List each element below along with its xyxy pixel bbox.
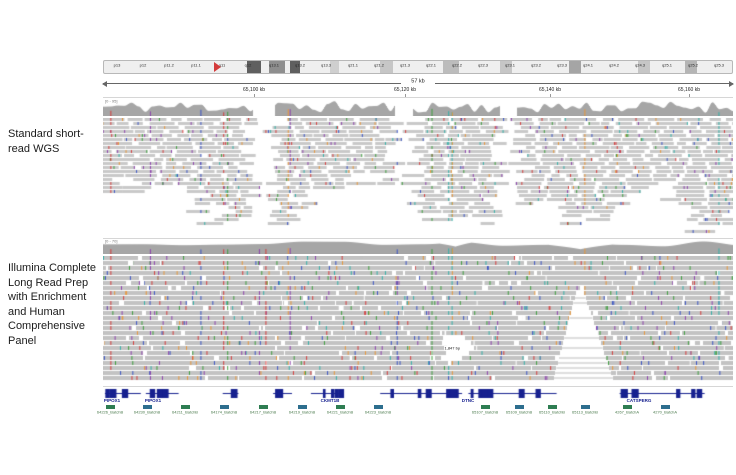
track1-side-label: Standard short-read WGS bbox=[8, 127, 100, 156]
ideogram-band-label: q13.1 bbox=[269, 63, 279, 68]
probe-label: 65107_BatchB bbox=[472, 410, 498, 415]
panel-probe-track[interactable]: 64226_BatchB64230_BatchB64211_BatchB6417… bbox=[103, 405, 733, 419]
probe-label: 65110_BatchB bbox=[539, 410, 565, 415]
ideogram-band-label: p13 bbox=[114, 63, 121, 68]
ideogram-band-label: q25.2 bbox=[688, 63, 698, 68]
gene-name-row: PIPOX1 PIPOX1 CKMT1B DTNC CATSPERG bbox=[103, 398, 733, 405]
ideogram-band bbox=[569, 61, 582, 73]
probe-label: 64230_BatchB bbox=[134, 410, 160, 415]
ideogram-band-label: p11.2 bbox=[165, 63, 175, 68]
gene-label: PIPOX1 bbox=[104, 398, 120, 403]
ideogram-band-label: p11.1 bbox=[191, 63, 201, 68]
probe-label: 65109_BatchB bbox=[506, 410, 532, 415]
ideogram-band-label: q22.1 bbox=[426, 63, 436, 68]
ideogram-band-label: q24.3 bbox=[635, 63, 645, 68]
ideogram-band-label: q13.3 bbox=[321, 63, 331, 68]
probe-box[interactable] bbox=[259, 405, 268, 409]
ideogram-band-label: q21.2 bbox=[374, 63, 384, 68]
track-divider bbox=[103, 238, 733, 239]
ruler-tick-label: 65,160 kb bbox=[678, 87, 700, 93]
ideogram-band-label: q25.3 bbox=[714, 63, 724, 68]
probe-box[interactable] bbox=[374, 405, 383, 409]
ideogram-band bbox=[330, 61, 339, 73]
probe-box[interactable] bbox=[336, 405, 345, 409]
gene-label: DTNC bbox=[462, 398, 475, 403]
probe-box[interactable] bbox=[181, 405, 190, 409]
gene-label: CATSPERG bbox=[626, 398, 651, 403]
ruler-span-label: 57 kb bbox=[410, 78, 426, 84]
ideogram-band-label: q21.1 bbox=[348, 63, 358, 68]
deletion-size-label: 1,847 bp bbox=[444, 346, 461, 351]
ideogram-band-label: q23.2 bbox=[531, 63, 541, 68]
probe-label: 64223_BatchB bbox=[365, 410, 391, 415]
probe-label: 4267_BatchA bbox=[615, 410, 639, 415]
long-read-alignments-canvas[interactable] bbox=[103, 256, 733, 384]
probe-label: 64217_BatchB bbox=[250, 410, 276, 415]
probe-box[interactable] bbox=[106, 405, 115, 409]
ideogram-view-marker bbox=[214, 62, 221, 72]
ruler-span-line-right bbox=[435, 83, 733, 84]
probe-label: 64226_BatchB bbox=[97, 410, 123, 415]
ideogram-band-label: q21.3 bbox=[400, 63, 410, 68]
long-read-coverage-canvas[interactable] bbox=[103, 240, 733, 254]
probe-box[interactable] bbox=[623, 405, 632, 409]
ideogram-band-label: q24.2 bbox=[609, 63, 619, 68]
short-read-coverage-canvas[interactable] bbox=[103, 100, 733, 116]
ideogram-band-label: q23.3 bbox=[557, 63, 567, 68]
ideogram-band-label: q22.3 bbox=[478, 63, 488, 68]
ideogram-band-label: q22.2 bbox=[452, 63, 462, 68]
probe-box[interactable] bbox=[548, 405, 557, 409]
probe-label: 65113_BatchB bbox=[572, 410, 598, 415]
ruler-tick-label: 65,100 kb bbox=[243, 87, 265, 93]
ruler-ticks[interactable]: 65,100 kb 65,120 kb 65,140 kb 65,160 kb bbox=[103, 87, 733, 97]
ideogram-band-label: q25.1 bbox=[662, 63, 672, 68]
coverage-range-label-1: [0 - 95] bbox=[105, 99, 117, 104]
ruler-span-line-left bbox=[103, 83, 401, 84]
probe-label: 64174_BatchB bbox=[211, 410, 237, 415]
probe-label: 64211_BatchB bbox=[172, 410, 198, 415]
probe-box[interactable] bbox=[298, 405, 307, 409]
gene-label: CKMT1B bbox=[320, 398, 339, 403]
probe-label: 64219_BatchB bbox=[289, 410, 315, 415]
probe-box[interactable] bbox=[220, 405, 229, 409]
ideogram-band-label: p12 bbox=[140, 63, 147, 68]
ruler-tick-label: 65,140 kb bbox=[539, 87, 561, 93]
ruler-tick-label: 65,120 kb bbox=[394, 87, 416, 93]
probe-box[interactable] bbox=[515, 405, 524, 409]
coverage-range-label-2: [0 - 70] bbox=[105, 239, 117, 244]
gene-label: PIPOX1 bbox=[145, 398, 161, 403]
probe-box[interactable] bbox=[661, 405, 670, 409]
ideogram-band-label: q13.2 bbox=[295, 63, 305, 68]
ideogram-band-label: q23.1 bbox=[505, 63, 515, 68]
track-divider bbox=[103, 386, 733, 387]
probe-box[interactable] bbox=[143, 405, 152, 409]
probe-label: 4270_BatchA bbox=[653, 410, 677, 415]
probe-box[interactable] bbox=[581, 405, 590, 409]
probe-box[interactable] bbox=[481, 405, 490, 409]
chromosome-ideogram[interactable]: p13p12p11.2p11.1q11q12q13.1q13.2q13.3q21… bbox=[103, 60, 733, 74]
ideogram-band-label: q12 bbox=[245, 63, 252, 68]
track-divider bbox=[103, 97, 733, 98]
probe-label: 64221_BatchB bbox=[327, 410, 353, 415]
track2-side-label: Illumina Complete Long Read Prep with En… bbox=[8, 261, 100, 348]
short-read-alignments-canvas[interactable] bbox=[103, 118, 733, 236]
ideogram-band-label: q24.1 bbox=[583, 63, 593, 68]
